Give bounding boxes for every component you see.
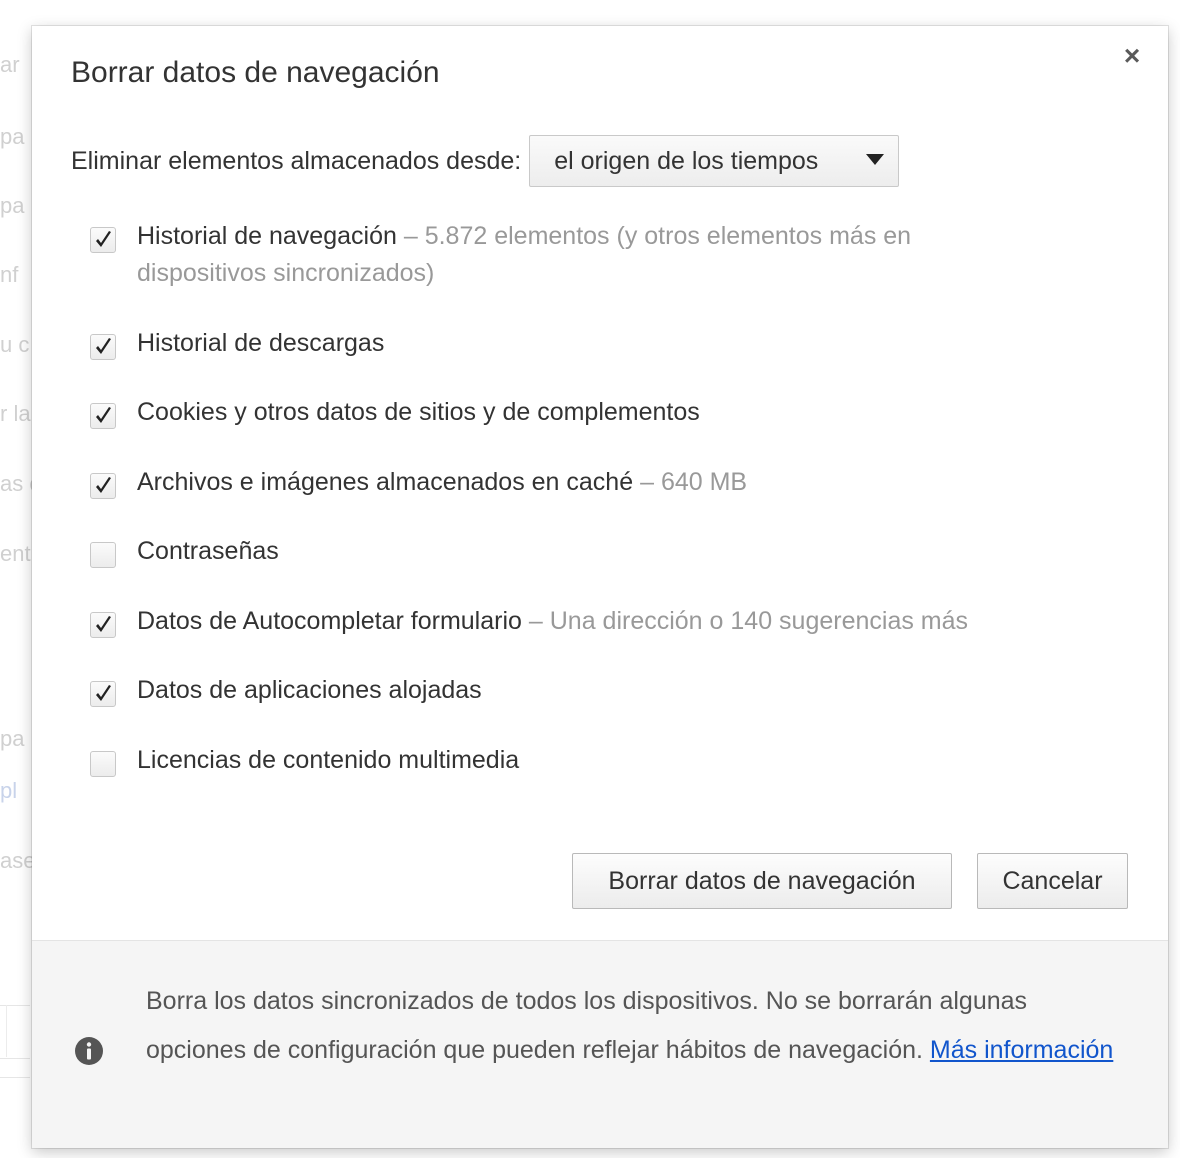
background-text-fragment: ar xyxy=(0,52,20,77)
more-info-link[interactable]: Más información xyxy=(930,1036,1113,1064)
background-text-fragment: ent xyxy=(0,541,31,566)
background-text-fragment: pa xyxy=(0,124,25,149)
background-text-fragment: pa xyxy=(0,193,25,218)
option-label: Historial de descargas xyxy=(137,329,385,357)
close-icon[interactable]: × xyxy=(1118,42,1146,70)
option-detail: Una dirección o 140 sugerencias más xyxy=(549,607,969,635)
background-text-fragment: pa xyxy=(0,726,25,751)
option-cache[interactable]: Archivos e imágenes almacenados en caché… xyxy=(90,464,1130,501)
time-range-select[interactable]: el origen de los tiempos xyxy=(529,135,900,187)
background-text-fragment: nf xyxy=(0,262,19,287)
checkmark-icon xyxy=(96,685,111,701)
background-divider xyxy=(0,1077,30,1078)
option-text: Datos de Autocompletar formulario – Una … xyxy=(137,603,1017,640)
checkbox-browsing-history[interactable] xyxy=(90,227,116,253)
checkbox-autofill[interactable] xyxy=(90,612,116,638)
clear-data-button[interactable]: Borrar datos de navegación xyxy=(572,853,952,909)
checkbox-passwords[interactable] xyxy=(90,542,116,568)
time-range-row: Eliminar elementos almacenados desde: el… xyxy=(71,134,900,188)
cancel-button[interactable]: Cancelar xyxy=(977,853,1128,909)
option-separator: – xyxy=(403,222,418,250)
option-text: Historial de descargas xyxy=(137,325,1017,362)
checkbox-cookies[interactable] xyxy=(90,403,116,429)
option-separator: – xyxy=(640,468,654,496)
option-text: Archivos e imágenes almacenados en caché… xyxy=(137,464,1017,501)
option-label: Datos de aplicaciones alojadas xyxy=(137,676,482,704)
option-cookies[interactable]: Cookies y otros datos de sitios y de com… xyxy=(90,394,1130,431)
option-text: Cookies y otros datos de sitios y de com… xyxy=(137,394,1017,431)
footer-message: Borra los datos sincronizados de todos l… xyxy=(146,987,1028,1064)
option-text: Contraseñas xyxy=(137,533,1017,570)
dialog-title: Borrar datos de navegación xyxy=(71,56,440,89)
background-text-fragment: u c xyxy=(0,332,30,357)
option-separator: – xyxy=(528,607,543,635)
option-text: Licencias de contenido multimedia xyxy=(137,742,1017,779)
checkmark-icon xyxy=(96,407,111,423)
checkbox-hosted-app-data[interactable] xyxy=(90,681,116,707)
background-divider xyxy=(6,1005,7,1057)
background-text-fragment: ase xyxy=(0,848,36,873)
option-label: Licencias de contenido multimedia xyxy=(137,746,520,774)
clear-browsing-data-dialog: × Borrar datos de navegación Eliminar el… xyxy=(32,26,1168,1148)
background-text-fragment: r la xyxy=(0,401,31,426)
background-divider xyxy=(0,1005,30,1006)
option-text: Datos de aplicaciones alojadas xyxy=(137,672,1017,709)
option-label: Contraseñas xyxy=(137,537,279,565)
caret-down-icon xyxy=(866,154,885,165)
checkbox-cache[interactable] xyxy=(90,473,116,499)
checkbox-media-licenses[interactable] xyxy=(90,751,116,777)
footer-text: Borra los datos sincronizados de todos l… xyxy=(146,977,1126,1075)
option-media-licenses[interactable]: Licencias de contenido multimedia xyxy=(90,742,1130,779)
checkmark-icon xyxy=(96,338,111,354)
option-text: Historial de navegación – 5.872 elemento… xyxy=(137,218,1017,292)
checkmark-icon xyxy=(96,231,111,247)
checkmark-icon xyxy=(96,477,111,493)
option-download-history[interactable]: Historial de descargas xyxy=(90,325,1130,362)
option-passwords[interactable]: Contraseñas xyxy=(90,533,1130,570)
time-range-label: Eliminar elementos almacenados desde: xyxy=(71,146,522,175)
checkbox-download-history[interactable] xyxy=(90,334,116,360)
checkmark-icon xyxy=(96,616,111,632)
option-browsing-history[interactable]: Historial de navegación – 5.872 elemento… xyxy=(90,218,1130,292)
option-autofill[interactable]: Datos de Autocompletar formulario – Una … xyxy=(90,603,1130,640)
info-icon xyxy=(75,1037,103,1065)
option-label: Historial de navegación xyxy=(137,222,397,250)
option-detail: 640 MB xyxy=(660,468,748,496)
option-label: Cookies y otros datos de sitios y de com… xyxy=(137,398,700,426)
time-range-selected-value: el origen de los tiempos xyxy=(554,146,819,175)
background-link-fragment: pl xyxy=(0,778,18,803)
sync-info-footer: Borra los datos sincronizados de todos l… xyxy=(32,940,1168,1148)
background-divider xyxy=(0,1058,30,1059)
option-hosted-app-data[interactable]: Datos de aplicaciones alojadas xyxy=(90,672,1130,709)
option-label: Archivos e imágenes almacenados en caché xyxy=(137,468,634,496)
option-label: Datos de Autocompletar formulario xyxy=(137,607,522,635)
